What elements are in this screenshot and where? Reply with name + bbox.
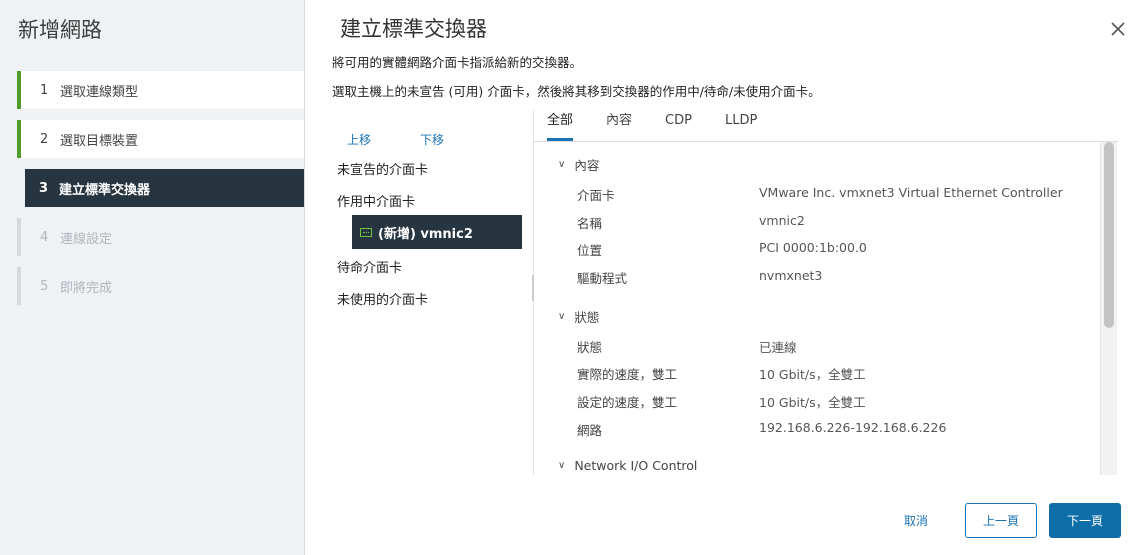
wizard-title: 新增網路 — [18, 18, 102, 42]
cancel-button[interactable]: 取消 — [885, 503, 947, 538]
page-title: 建立標準交換器 — [340, 17, 487, 41]
step-label: 即將完成 — [60, 280, 113, 296]
group-unused-adapters[interactable]: 未使用的介面卡 — [337, 289, 428, 308]
move-down-button[interactable]: 下移 — [420, 131, 444, 148]
status-label: 狀態 — [577, 340, 603, 355]
prop-value: nvmxnet3 — [759, 268, 823, 283]
adapter-row-vmnic2[interactable]: (新增) vmnic2 — [352, 215, 522, 249]
back-button[interactable]: 上一頁 — [965, 503, 1037, 538]
step-number: 3 — [39, 180, 49, 196]
section-network-io-control[interactable]: ∨ Network I/O Control — [558, 458, 697, 473]
tab-cdp[interactable]: CDP — [665, 110, 692, 138]
prop-label: 位置 — [577, 243, 603, 258]
wizard-steps: 1 選取連線類型 2 選取目標裝置 3 建立標準交換器 4 連線設定 5 即將完… — [17, 71, 304, 316]
step-label: 建立標準交換器 — [59, 182, 151, 198]
step-label: 選取連線類型 — [60, 84, 139, 100]
section-status[interactable]: ∨ 狀態 — [558, 307, 599, 326]
step-create-standard-switch[interactable]: 3 建立標準交換器 — [25, 169, 304, 207]
step-select-target-device[interactable]: 2 選取目標裝置 — [17, 120, 304, 158]
chevron-down-icon: ∨ — [558, 159, 566, 170]
prop-label: 名稱 — [577, 216, 603, 231]
section-title: 內容 — [574, 158, 600, 173]
prop-value: vmnic2 — [759, 213, 805, 228]
section-properties[interactable]: ∨ 內容 — [558, 155, 599, 174]
prop-value: PCI 0000:1b:00.0 — [759, 240, 867, 255]
chevron-down-icon: ∨ — [558, 460, 566, 471]
move-up-button[interactable]: 上移 — [347, 131, 371, 148]
prop-label: 驅動程式 — [577, 271, 628, 286]
step-label: 連線設定 — [60, 231, 113, 247]
status-label: 網路 — [577, 423, 603, 438]
section-title: Network I/O Control — [574, 458, 698, 473]
section-title: 狀態 — [574, 310, 600, 325]
tab-properties[interactable]: 內容 — [606, 110, 632, 138]
step-number: 4 — [40, 229, 49, 245]
step-number: 2 — [40, 131, 49, 147]
close-icon[interactable] — [1109, 20, 1127, 38]
step-ready-to-complete: 5 即將完成 — [17, 267, 304, 305]
step-select-connection-type[interactable]: 1 選取連線類型 — [17, 71, 304, 109]
scrollbar-thumb[interactable] — [1104, 142, 1114, 328]
status-value: 10 Gbit/s，全雙工 — [759, 367, 866, 382]
adapter-name: (新增) vmnic2 — [378, 226, 473, 242]
step-number: 5 — [40, 278, 49, 294]
step-label: 選取目標裝置 — [60, 133, 139, 149]
tab-all[interactable]: 全部 — [547, 110, 574, 141]
tab-lldp[interactable]: LLDP — [725, 110, 757, 138]
step-number: 1 — [40, 82, 49, 98]
group-unclaimed-adapters[interactable]: 未宣告的介面卡 — [337, 159, 428, 178]
chevron-down-icon: ∨ — [558, 311, 566, 322]
description-line-1: 將可用的實體網路介面卡指派給新的交換器。 — [332, 55, 583, 70]
wizard-nav: 新增網路 1 選取連線類型 2 選取目標裝置 3 建立標準交換器 4 連線設定 … — [0, 0, 305, 555]
next-button[interactable]: 下一頁 — [1049, 503, 1121, 538]
status-label: 實際的速度，雙工 — [577, 367, 678, 382]
step-connection-settings: 4 連線設定 — [17, 218, 304, 256]
detail-panel: ∨ 內容 介面卡 VMware Inc. vmxnet3 Virtual Eth… — [534, 142, 1118, 475]
network-adapter-icon — [360, 227, 372, 237]
detail-scrollbar[interactable] — [1100, 142, 1117, 475]
detail-tabs: 全部 內容 CDP LLDP — [547, 110, 790, 141]
description-line-2: 選取主機上的未宣告 (可用) 介面卡，然後將其移到交換器的作用中/待命/未使用介… — [332, 84, 821, 99]
status-label: 設定的速度，雙工 — [577, 395, 678, 410]
prop-label: 介面卡 — [577, 188, 615, 203]
group-standby-adapters[interactable]: 待命介面卡 — [337, 257, 402, 276]
status-value: 10 Gbit/s，全雙工 — [759, 395, 866, 410]
prop-value: VMware Inc. vmxnet3 Virtual Ethernet Con… — [759, 185, 1063, 200]
group-active-adapters[interactable]: 作用中介面卡 — [337, 191, 415, 210]
status-value: 已連線 — [759, 340, 797, 355]
status-value: 192.168.6.226-192.168.6.226 — [759, 420, 947, 435]
